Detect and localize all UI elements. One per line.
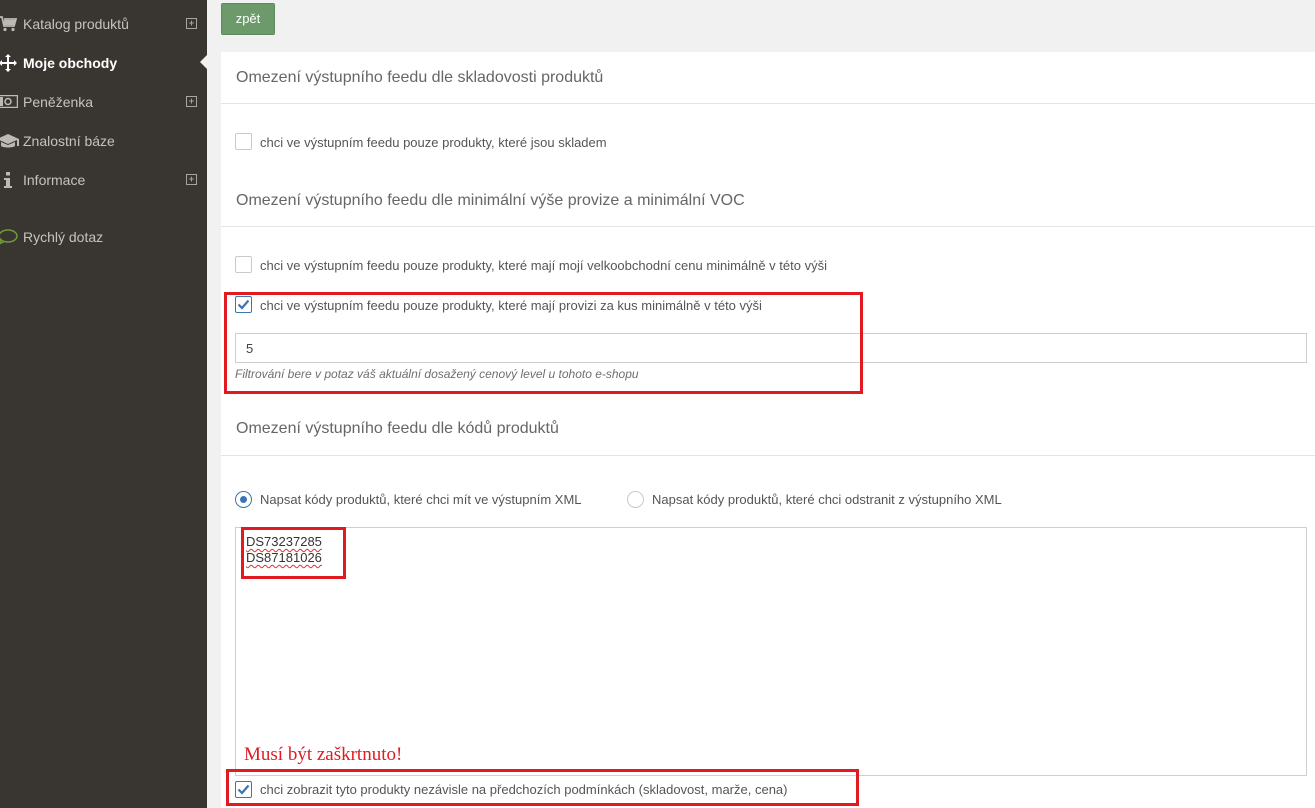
section-title-stock: Omezení výstupního feedu dle skladovosti… <box>236 69 604 86</box>
expand-icon[interactable]: + <box>186 174 197 185</box>
sidebar-item-wallet[interactable]: Peněženka + <box>0 82 207 121</box>
in-stock-label: chci ve výstupním feedu pouze produkty, … <box>260 135 607 150</box>
section-title-codes: Omezení výstupního feedu dle kódů produk… <box>236 420 559 437</box>
active-indicator <box>200 55 207 69</box>
expand-icon[interactable]: + <box>186 96 197 107</box>
graduation-cap-icon <box>0 133 23 149</box>
annotation-must-be-checked: Musí být zaškrtnuto! <box>244 744 403 765</box>
sidebar-item-info[interactable]: Informace + <box>0 160 207 199</box>
radio-include-codes[interactable] <box>235 491 252 508</box>
in-stock-checkbox[interactable] <box>235 133 252 150</box>
product-codes-textarea[interactable] <box>235 527 1307 776</box>
divider <box>221 103 1315 104</box>
radio-exclude-codes[interactable] <box>627 491 644 508</box>
sidebar-item-catalog[interactable]: Katalog produktů + <box>0 4 207 43</box>
sidebar-item-quick-question[interactable]: Rychlý dotaz <box>0 217 207 256</box>
banknote-icon <box>0 95 23 108</box>
speech-bubble-icon <box>0 228 23 245</box>
radio-exclude-label: Napsat kódy produktů, které chci odstran… <box>652 492 1002 507</box>
expand-icon[interactable]: + <box>186 18 197 29</box>
sidebar-item-label: Moje obchody <box>23 54 118 71</box>
arrows-move-icon <box>0 53 23 72</box>
cart-icon <box>0 15 23 32</box>
sidebar-item-my-shops[interactable]: Moje obchody <box>0 43 207 82</box>
sidebar-item-label: Peněženka <box>23 93 94 110</box>
sidebar: Katalog produktů + Moje obchody Peněženk… <box>0 0 207 808</box>
highlight-box-commission <box>224 292 863 394</box>
sidebar-item-knowledge-base[interactable]: Znalostní báze <box>0 121 207 160</box>
sidebar-item-label: Informace <box>23 171 86 188</box>
wholesale-price-label: chci ve výstupním feedu pouze produkty, … <box>260 258 827 273</box>
info-icon <box>0 171 23 188</box>
radio-include-label: Napsat kódy produktů, které chci mít ve … <box>260 492 582 507</box>
sidebar-item-label: Katalog produktů <box>23 15 129 32</box>
sidebar-item-label: Rychlý dotaz <box>23 228 104 245</box>
back-button[interactable]: zpět <box>221 3 275 35</box>
section-title-commission: Omezení výstupního feedu dle minimální v… <box>236 192 745 209</box>
highlight-box-codes <box>241 527 346 579</box>
highlight-box-force <box>226 769 859 806</box>
divider <box>221 455 1315 456</box>
wholesale-price-checkbox[interactable] <box>235 256 252 273</box>
sidebar-item-label: Znalostní báze <box>23 132 115 149</box>
divider <box>221 226 1315 227</box>
